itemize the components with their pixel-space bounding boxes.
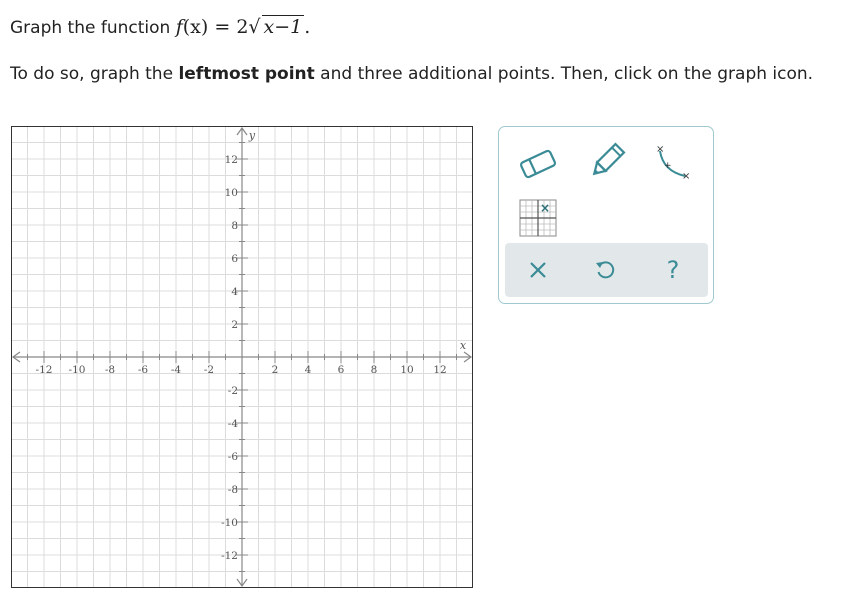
y-tick-label: -6: [228, 451, 239, 463]
svg-text:×: ×: [656, 144, 664, 155]
y-tick-label: 10: [225, 187, 238, 199]
instruction-start: To do so, graph the: [10, 64, 179, 84]
instruction-end: and three additional points. Then, click…: [314, 64, 814, 84]
y-tick-label: -8: [228, 484, 238, 496]
pencil-icon[interactable]: [587, 141, 627, 181]
x-tick-label: -2: [204, 364, 214, 376]
x-tick-label: 12: [433, 364, 446, 376]
curve-graph-icon[interactable]: × + ×: [651, 141, 693, 183]
function-name: f: [175, 16, 183, 38]
y-tick-label: -2: [228, 385, 238, 397]
x-tick-label: 4: [305, 364, 312, 376]
x-tick-label: -10: [69, 364, 86, 376]
x-tick-label: -6: [138, 364, 149, 376]
y-axis-label: y: [248, 129, 256, 142]
help-label: ?: [666, 256, 680, 284]
instruction-line: To do so, graph the leftmost point and t…: [10, 64, 813, 84]
square-root: √ x−1: [248, 15, 305, 38]
function-argument: (x): [182, 16, 209, 38]
graph-area[interactable]: -12 -10 -8 -6 -4 -2 2 4 6 8 10 12 12 10 8 6 4 2 -2 -4 -6 -8 -1…: [11, 126, 473, 588]
x-tick-label: -8: [105, 364, 115, 376]
clear-icon[interactable]: [508, 243, 568, 297]
y-tick-label: -12: [221, 550, 238, 562]
y-tick-label: -4: [228, 418, 239, 430]
question-line: Graph the function f(x) = 2√ x−1.: [10, 15, 311, 38]
x-tick-label: 8: [371, 364, 378, 376]
coordinate-grid[interactable]: -12 -10 -8 -6 -4 -2 2 4 6 8 10 12 12 10 8 6 4 2 -2 -4 -6 -8 -1…: [11, 126, 473, 588]
period: .: [304, 16, 311, 38]
y-tick-label: 4: [231, 286, 238, 298]
x-tick-label: -12: [36, 364, 53, 376]
y-tick-label: 2: [231, 319, 238, 331]
y-tick-label: 8: [231, 220, 238, 232]
x-tick-label: 10: [400, 364, 413, 376]
action-bar: ?: [505, 243, 708, 297]
help-icon[interactable]: ?: [643, 243, 703, 297]
svg-text:×: ×: [682, 171, 690, 182]
coefficient: 2: [236, 16, 249, 38]
radical-sign: √: [248, 16, 261, 38]
svg-text:×: ×: [540, 201, 550, 215]
eraser-icon[interactable]: [518, 144, 558, 184]
radicand: x−1: [261, 15, 305, 38]
y-tick-label: 6: [231, 253, 238, 265]
instruction-bold: leftmost point: [178, 64, 315, 84]
point-grid-icon[interactable]: ×: [519, 199, 557, 237]
x-axis-label: x: [460, 339, 467, 352]
y-tick-label: -10: [221, 517, 238, 529]
x-tick-label: 2: [272, 364, 279, 376]
y-tick-label: 12: [225, 154, 238, 166]
undo-icon[interactable]: [575, 243, 635, 297]
x-tick-label: -4: [171, 364, 182, 376]
x-tick-label: 6: [338, 364, 345, 376]
svg-text:+: +: [664, 161, 672, 171]
equals-sign: =: [214, 16, 231, 38]
question-prefix: Graph the function: [10, 18, 171, 38]
graph-toolbar: × + × × ?: [498, 126, 714, 304]
function-expression: f(x) = 2√ x−1.: [175, 15, 311, 38]
